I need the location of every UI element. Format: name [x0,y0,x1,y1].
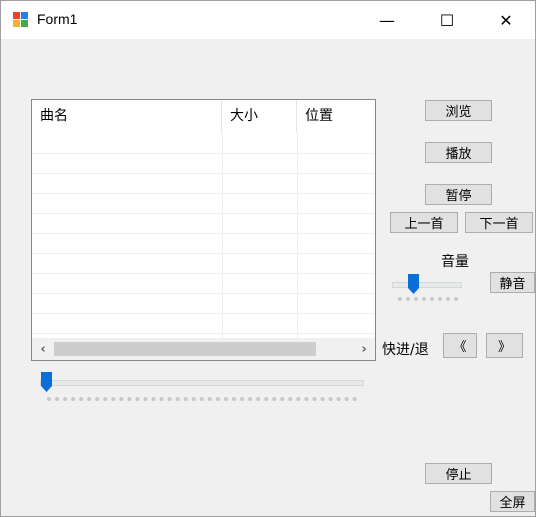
column-header-size[interactable]: 大小 [222,100,297,133]
title-bar[interactable]: Form1 — ☐ ✕ [1,1,535,39]
horizontal-scrollbar[interactable]: ‹ › [32,338,375,360]
volume-label: 音量 [441,254,469,270]
stop-button[interactable]: 停止 [425,463,492,484]
next-track-button[interactable]: 下一首 [465,212,533,233]
main-window: Form1 — ☐ ✕ 曲名 大小 位置 ‹ › 浏览 播放 暂停 上一首 下一… [0,0,536,517]
window-title: Form1 [37,11,78,27]
fullscreen-button[interactable]: 全屏 [490,491,535,512]
list-gridline [32,233,375,234]
column-header-title[interactable]: 曲名 [32,100,222,133]
list-gridline [32,193,375,194]
volume-slider-track[interactable] [392,282,462,288]
pause-button[interactable]: 暂停 [425,184,492,205]
list-header: 曲名 大小 位置 [32,100,375,133]
list-gridline [32,153,375,154]
progress-slider-ticks [47,397,357,405]
volume-slider-ticks [398,297,458,305]
list-column-divider [222,133,223,338]
progress-slider-thumb[interactable] [41,372,52,392]
seek-label: 快进/退 [382,342,429,358]
play-button[interactable]: 播放 [425,142,492,163]
list-gridline [32,333,375,334]
scroll-left-icon[interactable]: ‹ [32,338,54,360]
mute-button[interactable]: 静音 [490,272,535,293]
list-gridline [32,173,375,174]
list-column-divider [297,133,298,338]
list-gridline [32,293,375,294]
previous-track-button[interactable]: 上一首 [390,212,458,233]
browse-button[interactable]: 浏览 [425,100,492,121]
scroll-right-icon[interactable]: › [353,338,375,360]
app-icon [13,12,29,28]
minimize-button[interactable]: — [364,1,410,39]
list-gridline [32,253,375,254]
rewind-button[interactable]: 《 [443,333,477,358]
list-gridline [32,213,375,214]
scrollbar-thumb[interactable] [54,342,316,356]
column-header-location[interactable]: 位置 [297,100,375,133]
close-button[interactable]: ✕ [483,1,529,39]
fast-forward-button[interactable]: 》 [486,333,523,358]
volume-slider-thumb[interactable] [407,274,419,294]
progress-slider-track[interactable] [40,380,364,386]
song-list[interactable]: 曲名 大小 位置 ‹ › [31,99,376,361]
list-gridline [32,313,375,314]
list-gridline [32,273,375,274]
maximize-button[interactable]: ☐ [424,1,470,39]
